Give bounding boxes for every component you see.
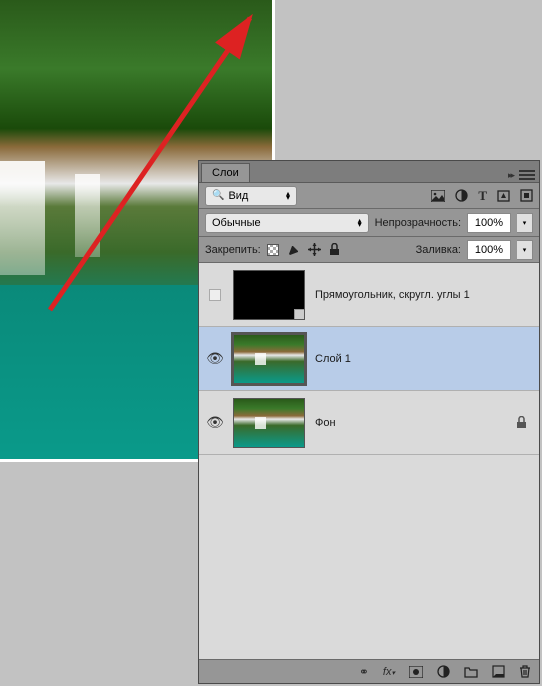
- layer-thumbnail[interactable]: [233, 398, 305, 448]
- layer-row[interactable]: Прямоугольник, скругл. углы 1: [199, 263, 539, 327]
- dropdown-arrows-icon: ▴▾: [358, 219, 362, 227]
- fill-input[interactable]: 100%: [467, 240, 511, 260]
- panel-footer: ⚭ fx▾: [199, 659, 539, 683]
- filter-toolbar: 🔍 Вид ▴▾ T: [199, 183, 539, 209]
- layer-name[interactable]: Фон: [315, 417, 506, 429]
- search-icon: 🔍: [212, 190, 224, 201]
- filter-image-icon[interactable]: [431, 190, 445, 202]
- filter-adjustment-icon[interactable]: [455, 189, 468, 202]
- fx-icon[interactable]: fx▾: [383, 666, 395, 678]
- layer-thumbnail[interactable]: [233, 270, 305, 320]
- collapse-icon[interactable]: ▸▸: [508, 170, 513, 181]
- mask-icon[interactable]: [409, 666, 423, 678]
- lock-all-icon[interactable]: [329, 243, 340, 256]
- filter-text-icon[interactable]: T: [478, 188, 487, 204]
- visibility-toggle[interactable]: 👁: [206, 414, 224, 431]
- layers-list: Прямоугольник, скругл. углы 1 👁 Слой 1 👁…: [199, 263, 539, 659]
- fill-slider-toggle[interactable]: ▾: [517, 240, 533, 260]
- opacity-label: Непрозрачность:: [375, 217, 461, 229]
- lock-transparency-icon[interactable]: [267, 244, 279, 256]
- opacity-slider-toggle[interactable]: ▾: [517, 213, 533, 233]
- trash-icon[interactable]: [519, 665, 531, 678]
- fill-label: Заливка:: [416, 244, 461, 256]
- lock-toolbar: Закрепить: Заливка: 100% ▾: [199, 237, 539, 263]
- lock-icon: [516, 416, 527, 429]
- link-layers-icon[interactable]: ⚭: [359, 665, 369, 679]
- tab-layers[interactable]: Слои: [201, 163, 250, 182]
- layer-row[interactable]: 👁 Слой 1: [199, 327, 539, 391]
- panel-menu-icon[interactable]: [519, 168, 535, 182]
- filter-smartobject-icon[interactable]: [520, 189, 533, 202]
- blend-mode-select[interactable]: Обычные ▴▾: [205, 213, 369, 233]
- layer-thumbnail[interactable]: [233, 334, 305, 384]
- panel-tabbar: Слои ▸▸: [199, 161, 539, 183]
- layers-panel: Слои ▸▸ 🔍 Вид ▴▾ T Обычные ▴▾ Непрозрачн…: [198, 160, 540, 684]
- adjustment-layer-icon[interactable]: [437, 665, 450, 678]
- blend-mode-value: Обычные: [212, 217, 261, 229]
- layer-name[interactable]: Прямоугольник, скругл. углы 1: [315, 289, 531, 301]
- lock-position-icon[interactable]: [308, 243, 321, 256]
- lock-pixels-icon[interactable]: [287, 243, 300, 256]
- new-layer-icon[interactable]: [492, 665, 505, 678]
- opacity-input[interactable]: 100%: [467, 213, 511, 233]
- layer-row[interactable]: 👁 Фон: [199, 391, 539, 455]
- group-icon[interactable]: [464, 666, 478, 678]
- visibility-toggle[interactable]: [209, 289, 221, 301]
- visibility-toggle[interactable]: 👁: [206, 350, 224, 367]
- filter-label: Вид: [228, 190, 248, 202]
- blend-toolbar: Обычные ▴▾ Непрозрачность: 100% ▾: [199, 209, 539, 237]
- dropdown-arrows-icon: ▴▾: [286, 192, 290, 200]
- filter-shape-icon[interactable]: [497, 190, 510, 202]
- lock-label: Закрепить:: [205, 244, 261, 256]
- layer-name[interactable]: Слой 1: [315, 353, 531, 365]
- layer-filter-select[interactable]: 🔍 Вид ▴▾: [205, 186, 297, 206]
